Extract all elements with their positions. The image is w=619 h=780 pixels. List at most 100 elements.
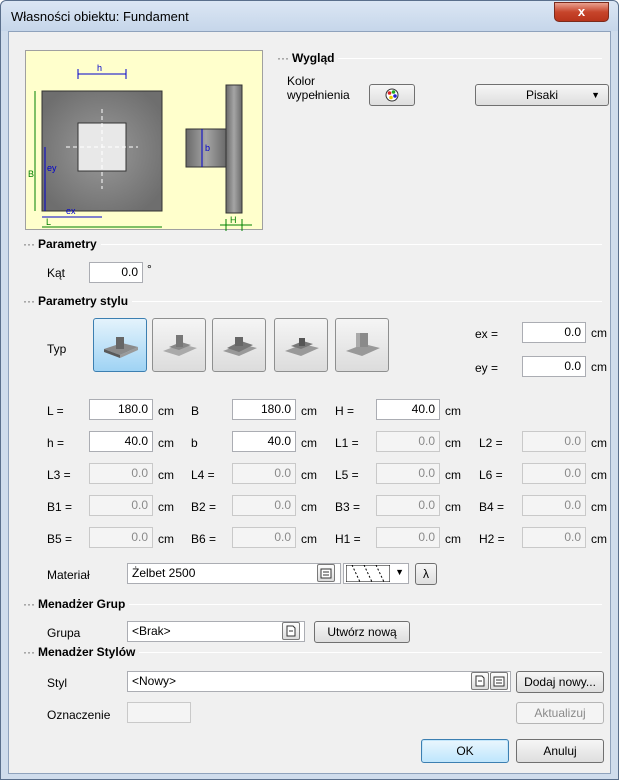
L3-unit: cm — [158, 468, 174, 482]
dim-label-ex: ex — [66, 206, 76, 216]
L2-input[interactable]: 0.0 — [522, 431, 586, 452]
close-button[interactable]: x — [554, 2, 609, 22]
ok-button[interactable]: OK — [421, 739, 509, 763]
h-input[interactable]: 40.0 — [89, 431, 153, 452]
angle-label: Kąt — [47, 266, 66, 280]
hatch-pattern-icon — [346, 565, 390, 582]
B6-input[interactable]: 0.0 — [232, 527, 296, 548]
L5-input[interactable]: 0.0 — [376, 463, 440, 484]
B1-label: B1 = — [47, 500, 73, 514]
dim-label-ey: ey — [47, 163, 57, 173]
L6-input[interactable]: 0.0 — [522, 463, 586, 484]
B-label: B — [191, 404, 200, 418]
B3-input[interactable]: 0.0 — [376, 495, 440, 516]
H2-input[interactable]: 0.0 — [522, 527, 586, 548]
B4-label: B4 = — [479, 500, 505, 514]
style-edit-button[interactable] — [490, 672, 508, 690]
update-style-button[interactable]: Aktualizuj — [516, 702, 604, 724]
L1-input[interactable]: 0.0 — [376, 431, 440, 452]
B2-input[interactable]: 0.0 — [232, 495, 296, 516]
style-label: Styl — [47, 676, 68, 690]
hatch-dropdown[interactable]: ▼ — [343, 563, 409, 584]
type-label: Typ — [47, 342, 67, 356]
fill-color-label: Kolor wypełnienia — [287, 74, 350, 102]
column-footing-icon — [346, 333, 380, 356]
L-input[interactable]: 180.0 — [89, 399, 153, 420]
angle-unit: ° — [147, 262, 152, 276]
document-icon — [286, 625, 296, 637]
group-select-button[interactable] — [282, 622, 300, 640]
B-input[interactable]: 180.0 — [232, 399, 296, 420]
B3-unit: cm — [445, 500, 461, 514]
H-label: H = — [335, 404, 355, 418]
section-menadzer-stylow: ··· Menadżer Stylów — [23, 645, 140, 659]
B2-label: B2 = — [191, 500, 217, 514]
B5-label: B5 = — [47, 532, 73, 546]
type-button-2[interactable] — [152, 318, 206, 372]
H2-label: H2 = — [479, 532, 505, 546]
ey-input[interactable]: 0.0 — [522, 356, 586, 377]
socket-footing-icon — [285, 338, 319, 356]
dim-label-b: b — [205, 143, 210, 153]
cancel-button[interactable]: Anuluj — [516, 739, 604, 763]
B-unit: cm — [301, 404, 317, 418]
ey-unit: cm — [591, 360, 607, 374]
close-icon: x — [577, 4, 586, 19]
B1-unit: cm — [158, 500, 174, 514]
section-parametry-stylu: ··· Parametry stylu — [23, 294, 133, 308]
type-button-3[interactable] — [212, 318, 266, 372]
section-menadzer-grup: ··· Menadżer Grup — [23, 597, 130, 611]
style-select-button[interactable] — [471, 672, 489, 690]
L3-input[interactable]: 0.0 — [89, 463, 153, 484]
foundation-preview: h b B ey ex L H — [25, 50, 263, 231]
B1-input[interactable]: 0.0 — [89, 495, 153, 516]
type-button-1[interactable] — [93, 318, 147, 372]
L2-label: L2 = — [479, 436, 503, 450]
L4-unit: cm — [301, 468, 317, 482]
B6-label: B6 = — [191, 532, 217, 546]
section-parametry: ··· Parametry — [23, 237, 101, 251]
group-input[interactable]: <Brak> — [127, 621, 305, 642]
B5-input[interactable]: 0.0 — [89, 527, 153, 548]
B4-input[interactable]: 0.0 — [522, 495, 586, 516]
b-input[interactable]: 40.0 — [232, 431, 296, 452]
h-unit: cm — [158, 436, 174, 450]
section-wyglad: ··· Wygląd — [277, 51, 339, 65]
angle-input[interactable]: 0.0 — [89, 262, 143, 283]
L6-label: L6 = — [479, 468, 503, 482]
B4-unit: cm — [591, 500, 607, 514]
mark-label: Oznaczenie — [47, 708, 111, 722]
ex-label: ex = — [475, 327, 499, 341]
dialog-window: Własności obiektu: Fundament x h b B ey … — [0, 0, 619, 780]
H1-label: H1 = — [335, 532, 361, 546]
type-button-4[interactable] — [274, 318, 328, 372]
L4-label: L4 = — [191, 468, 215, 482]
B3-label: B3 = — [335, 500, 361, 514]
create-group-button[interactable]: Utwórz nową — [314, 621, 410, 643]
material-input[interactable]: Żelbet 2500 — [127, 563, 341, 584]
fill-color-button[interactable] — [369, 84, 415, 106]
pens-dropdown[interactable]: Pisaki ▼ — [475, 84, 609, 106]
L-label: L = — [47, 404, 64, 418]
mark-input[interactable] — [127, 702, 191, 723]
lambda-button[interactable]: λ — [415, 563, 437, 585]
type-button-5[interactable] — [335, 318, 389, 372]
h-label: h = — [47, 436, 65, 450]
H-input[interactable]: 40.0 — [376, 399, 440, 420]
L4-input[interactable]: 0.0 — [232, 463, 296, 484]
foundation-diagram: h b B ey ex L H — [28, 63, 252, 231]
pad-footing-icon — [104, 337, 138, 358]
add-style-button[interactable]: Dodaj nowy... — [516, 671, 604, 693]
material-label: Materiał — [47, 568, 90, 582]
dim-label-L: L — [46, 217, 51, 227]
dim-label-h: h — [97, 63, 102, 73]
L-unit: cm — [158, 404, 174, 418]
style-input[interactable]: <Nowy> — [127, 671, 511, 692]
ex-input[interactable]: 0.0 — [522, 322, 586, 343]
L3-label: L3 = — [47, 468, 71, 482]
palette-icon — [385, 88, 399, 102]
title-bar[interactable]: Własności obiektu: Fundament x — [1, 1, 618, 31]
H1-input[interactable]: 0.0 — [376, 527, 440, 548]
dim-label-H: H — [230, 215, 237, 225]
material-edit-button[interactable] — [317, 564, 335, 582]
